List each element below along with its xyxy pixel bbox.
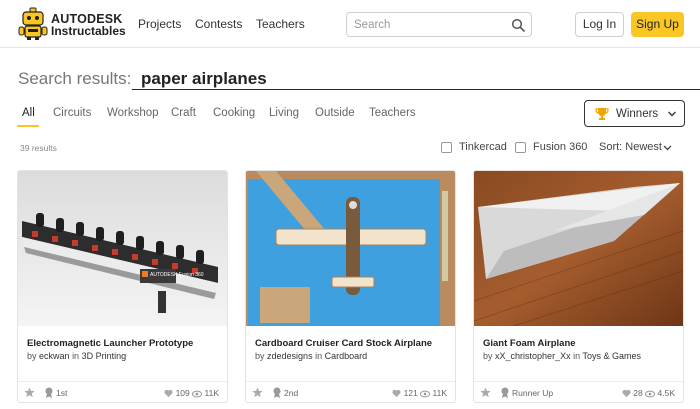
fusion360-checkbox[interactable] bbox=[515, 142, 526, 153]
cardboard-airplane-image bbox=[246, 171, 455, 326]
heart-icon bbox=[392, 389, 401, 398]
project-title[interactable]: Giant Foam Airplane bbox=[483, 338, 576, 349]
chevron-down-icon bbox=[668, 111, 676, 117]
winners-filter-button[interactable]: Winners bbox=[584, 100, 685, 127]
sort-dropdown[interactable]: Sort: Newest bbox=[599, 141, 662, 153]
eye-icon bbox=[420, 390, 431, 398]
tab-outside[interactable]: Outside bbox=[315, 107, 355, 119]
category-link[interactable]: Cardboard bbox=[325, 351, 368, 361]
instructables-logo[interactable]: AUTODESK Instructables bbox=[17, 7, 127, 41]
site-header: AUTODESK Instructables Projects Contests… bbox=[0, 0, 700, 48]
search-box bbox=[346, 12, 532, 37]
tinkercad-filter-label[interactable]: Tinkercad bbox=[459, 141, 507, 153]
search-results-label: Search results: bbox=[18, 69, 132, 88]
tab-teachers[interactable]: Teachers bbox=[369, 107, 416, 119]
tab-all[interactable]: All bbox=[22, 107, 35, 119]
likes-count: 109 bbox=[175, 388, 190, 398]
views-count: 11K bbox=[204, 388, 220, 398]
login-button[interactable]: Log In bbox=[575, 12, 624, 37]
search-results-heading: Search results: paper airplanes bbox=[17, 66, 700, 92]
award-label: 1st bbox=[56, 388, 68, 398]
tab-circuits[interactable]: Circuits bbox=[53, 107, 91, 119]
category-link[interactable]: Toys & Games bbox=[582, 351, 641, 361]
signup-button[interactable]: Sign Up bbox=[631, 12, 684, 37]
project-thumbnail[interactable] bbox=[474, 171, 683, 326]
tab-workshop[interactable]: Workshop bbox=[107, 107, 159, 119]
chevron-down-icon[interactable] bbox=[663, 143, 672, 152]
nav-projects[interactable]: Projects bbox=[138, 17, 181, 31]
project-title[interactable]: Cardboard Cruiser Card Stock Airplane bbox=[255, 338, 432, 349]
star-icon[interactable] bbox=[24, 387, 35, 398]
project-card[interactable]: AUTODESK Fusion 360 Electromagnetic Laun… bbox=[17, 170, 228, 403]
author-link[interactable]: eckwan bbox=[39, 351, 70, 361]
project-thumbnail[interactable] bbox=[246, 171, 455, 326]
search-input[interactable] bbox=[354, 17, 504, 33]
in-label: in bbox=[573, 351, 581, 361]
search-query[interactable]: paper airplanes bbox=[141, 69, 267, 89]
logo-wordmark-instructables: Instructables bbox=[51, 24, 126, 38]
in-label: in bbox=[315, 351, 323, 361]
by-label: by bbox=[27, 351, 37, 361]
robot-logo-icon bbox=[18, 7, 48, 40]
eye-icon bbox=[645, 390, 656, 398]
project-card[interactable]: Cardboard Cruiser Card Stock Airplane by… bbox=[245, 170, 456, 403]
author-link[interactable]: xX_christopher_Xx bbox=[495, 351, 571, 361]
award-ribbon-icon bbox=[501, 387, 509, 398]
likes-count: 121 bbox=[403, 388, 418, 398]
star-icon[interactable] bbox=[252, 387, 263, 398]
active-tab-indicator bbox=[17, 125, 39, 127]
eye-icon bbox=[192, 390, 203, 398]
views-count: 11K bbox=[432, 388, 448, 398]
tinkercad-checkbox[interactable] bbox=[441, 142, 452, 153]
by-label: by bbox=[255, 351, 265, 361]
nav-teachers[interactable]: Teachers bbox=[256, 17, 305, 31]
award-label: Runner Up bbox=[512, 388, 554, 398]
card-footer: 1st 109 11K bbox=[18, 381, 227, 402]
award-ribbon-icon bbox=[273, 387, 281, 398]
trophy-icon bbox=[595, 108, 609, 120]
card-footer: 2nd 121 11K bbox=[246, 381, 455, 402]
category-link[interactable]: 3D Printing bbox=[82, 351, 127, 361]
star-icon[interactable] bbox=[480, 387, 491, 398]
author-link[interactable]: zdedesigns bbox=[267, 351, 313, 361]
foam-airplane-image bbox=[474, 171, 683, 326]
heart-icon bbox=[164, 389, 173, 398]
award-ribbon-icon bbox=[45, 387, 53, 398]
tab-craft[interactable]: Craft bbox=[171, 107, 196, 119]
by-label: by bbox=[483, 351, 493, 361]
views-count: 4.5K bbox=[657, 388, 676, 398]
tab-living[interactable]: Living bbox=[269, 107, 299, 119]
image-fusion-label: AUTODESK Fusion 360 bbox=[150, 272, 204, 278]
award-label: 2nd bbox=[284, 388, 299, 398]
results-count: 39 results bbox=[20, 143, 57, 153]
project-title[interactable]: Electromagnetic Launcher Prototype bbox=[27, 338, 193, 349]
card-footer: Runner Up 28 4.5K bbox=[474, 381, 683, 402]
heart-icon bbox=[622, 389, 631, 398]
nav-contests[interactable]: Contests bbox=[195, 17, 242, 31]
tab-cooking[interactable]: Cooking bbox=[213, 107, 255, 119]
project-thumbnail[interactable]: AUTODESK Fusion 360 bbox=[18, 171, 227, 326]
likes-count: 28 bbox=[633, 388, 643, 398]
fusion360-filter-label[interactable]: Fusion 360 bbox=[533, 141, 587, 153]
project-card[interactable]: Giant Foam Airplane by xX_christopher_Xx… bbox=[473, 170, 684, 403]
in-label: in bbox=[72, 351, 80, 361]
search-icon[interactable] bbox=[511, 18, 525, 32]
search-query-underline bbox=[132, 89, 700, 90]
launcher-image: AUTODESK Fusion 360 bbox=[18, 171, 227, 326]
winners-label: Winners bbox=[616, 108, 659, 120]
